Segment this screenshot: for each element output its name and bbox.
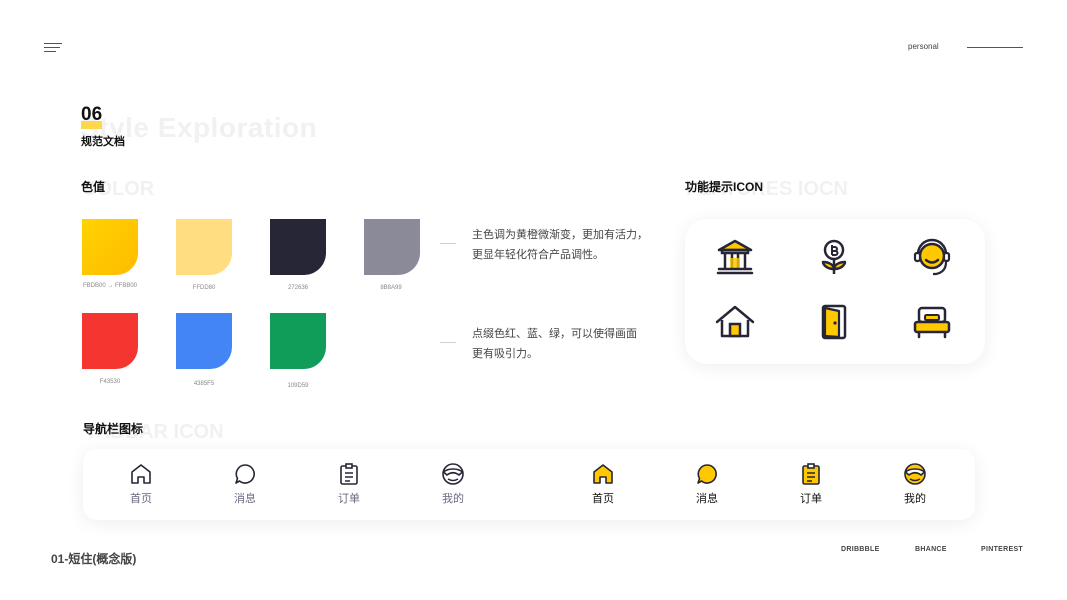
tab-profile-inactive[interactable]: 我的 <box>423 462 483 506</box>
footer-link-bhance[interactable]: BHANCE <box>915 546 947 553</box>
door-icon <box>821 304 847 340</box>
tab-label: 我的 <box>442 493 464 505</box>
swatch-gray <box>364 219 420 275</box>
home-icon <box>593 464 613 484</box>
accent-color-description: 点缀色红、蓝、绿，可以使得画面 更有吸引力。 <box>472 328 637 360</box>
swatch-light-yellow <box>176 219 232 275</box>
tab-orders-inactive[interactable]: 订单 <box>319 462 379 506</box>
features-heading: 功能提示ICON <box>685 180 764 194</box>
tab-home-inactive[interactable]: 首页 <box>111 462 171 506</box>
tabbar-heading: 导航栏图标 <box>83 422 144 436</box>
swatch-primary-gradient <box>82 219 138 275</box>
avatar-icon <box>904 463 926 485</box>
avatar-icon <box>442 463 464 485</box>
swatch-label: 109D59 <box>287 383 309 389</box>
house-icon <box>715 305 755 338</box>
tab-label: 消息 <box>696 493 718 505</box>
tab-label: 消息 <box>234 493 256 505</box>
coin-plant-icon <box>821 239 847 274</box>
swatch-label: FFDD80 <box>192 285 216 291</box>
tab-label: 首页 <box>130 493 152 505</box>
customer-service-icon <box>913 238 951 276</box>
swatch-label: 272636 <box>287 285 309 291</box>
desc-connector <box>440 243 456 244</box>
tab-orders-active[interactable]: 订单 <box>781 462 841 506</box>
tab-profile-active[interactable]: 我的 <box>885 462 945 506</box>
bed-icon <box>913 306 951 339</box>
swatch-label: 8B8A99 <box>380 285 402 291</box>
personal-underline <box>967 47 1023 48</box>
tab-label: 我的 <box>904 493 926 505</box>
tab-messages-inactive[interactable]: 消息 <box>215 462 275 506</box>
personal-link[interactable]: personal <box>908 42 939 51</box>
swatch-dark <box>270 219 326 275</box>
swatch-label: F43530 <box>99 379 121 385</box>
swatch-label: 4385F5 <box>193 381 215 387</box>
chat-bubble-icon <box>697 464 717 484</box>
section-number: 06 <box>81 104 103 125</box>
swatch-label: FBDB00 → FFBB00 <box>82 283 138 289</box>
tab-label: 订单 <box>338 493 360 505</box>
chat-bubble-icon <box>235 464 255 484</box>
tab-label: 首页 <box>592 493 614 505</box>
swatch-blue <box>176 313 232 369</box>
swatch-green <box>270 313 326 369</box>
footer-link-pinterest[interactable]: PINTEREST <box>981 546 1023 553</box>
tab-messages-active[interactable]: 消息 <box>677 462 737 506</box>
menu-icon[interactable] <box>44 43 62 53</box>
bank-icon <box>716 239 754 275</box>
primary-color-description: 主色调为黄橙微渐变，更加有活力， 更显年轻化符合产品调性。 <box>472 229 648 261</box>
color-heading: 色值 <box>81 180 106 194</box>
tab-label: 订单 <box>800 493 822 505</box>
footer-link-dribbble[interactable]: DRIBBBLE <box>841 546 880 553</box>
section-title: 规范文档 <box>81 136 125 148</box>
home-icon <box>131 464 151 484</box>
clipboard-icon <box>802 463 820 485</box>
swatch-red <box>82 313 138 369</box>
footer-project-title: 01-短住(概念版) <box>51 552 137 566</box>
desc-connector <box>440 342 456 343</box>
tab-home-active[interactable]: 首页 <box>573 462 633 506</box>
clipboard-icon <box>340 463 358 485</box>
